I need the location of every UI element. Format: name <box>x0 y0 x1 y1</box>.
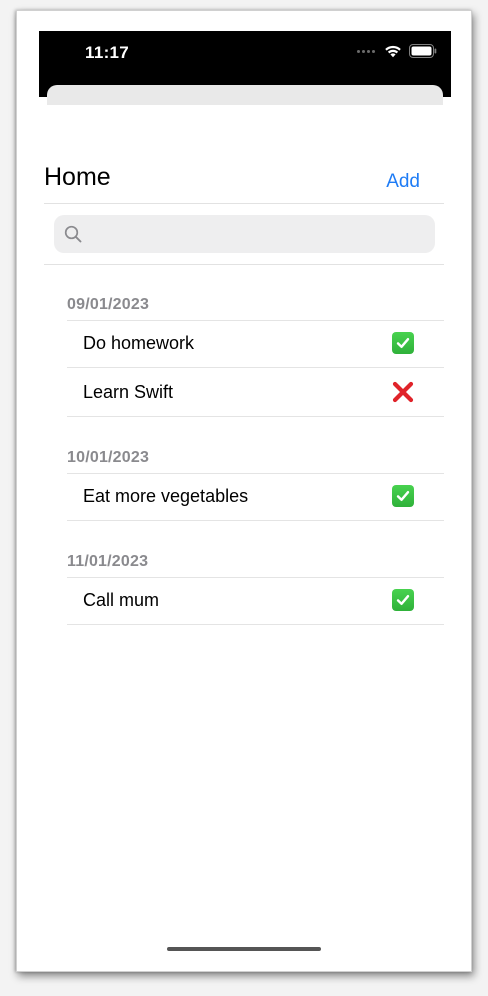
screenshot-background: 11:17 Home Add 09/01/2023 Do homework Le… <box>0 0 488 996</box>
section-header-date: 11/01/2023 <box>67 553 149 570</box>
home-indicator[interactable] <box>167 947 321 951</box>
list-item[interactable]: Do homework <box>67 320 444 368</box>
status-bar: 11:17 <box>39 31 451 105</box>
row-divider <box>67 367 444 368</box>
row-divider <box>67 577 444 578</box>
item-label: Do homework <box>83 333 195 353</box>
cross-mark-icon <box>392 381 414 403</box>
phone-screen: 11:17 Home Add 09/01/2023 Do homework Le… <box>16 10 472 972</box>
search-input[interactable] <box>90 215 429 255</box>
status-icons <box>357 41 437 61</box>
battery-icon <box>409 44 437 58</box>
section-header-date: 09/01/2023 <box>67 296 150 313</box>
check-mark-button-icon <box>392 589 414 611</box>
item-label: Call mum <box>83 590 160 610</box>
check-mark-button-icon <box>392 332 414 354</box>
row-divider <box>67 416 444 417</box>
row-divider <box>67 520 444 521</box>
list-item[interactable]: Eat more vegetables <box>67 473 444 521</box>
sheet-top-edge <box>47 85 443 105</box>
wifi-icon <box>385 45 401 58</box>
page-title: Home <box>44 163 111 191</box>
item-label: Learn Swift <box>83 382 174 402</box>
section-header-date: 10/01/2023 <box>67 449 150 466</box>
list-item[interactable]: Learn Swift <box>67 369 444 417</box>
search-icon <box>64 225 82 243</box>
status-time: 11:17 <box>85 43 130 62</box>
row-divider <box>67 624 444 625</box>
row-divider <box>67 473 444 474</box>
row-divider <box>67 320 444 321</box>
item-label: Eat more vegetables <box>83 486 249 506</box>
check-mark-button-icon <box>392 485 414 507</box>
search-bar[interactable] <box>54 215 435 255</box>
cellular-signal-icon <box>357 49 375 53</box>
nav-divider <box>44 203 444 204</box>
list-item[interactable]: Call mum <box>67 577 444 625</box>
search-divider <box>44 264 444 265</box>
add-button[interactable]: Add <box>386 171 420 193</box>
